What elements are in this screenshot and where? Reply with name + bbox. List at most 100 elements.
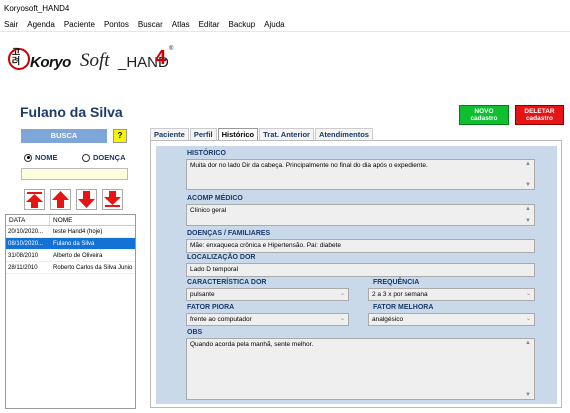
list-row-name: teste Hand4 (hoje) — [53, 229, 103, 235]
historico-form: HISTÓRICO Muita dor no lado Dir da cabeç… — [156, 146, 557, 404]
logo-brand-bold: Koryo — [30, 54, 71, 71]
radio-name-label: NOME — [35, 153, 58, 162]
acomp-field[interactable]: Clínico geral ▲ ▼ — [186, 204, 535, 226]
new-button-line2: cadastro — [470, 115, 498, 122]
scroll-down-icon[interactable]: ▼ — [525, 218, 531, 224]
scroll-down-icon[interactable]: ▼ — [525, 392, 531, 398]
list-row[interactable]: 20/10/2020... teste Hand4 (hoje) — [6, 226, 135, 238]
historico-panel: HISTÓRICO Muita dor no lado Dir da cabeç… — [150, 140, 562, 408]
historico-field[interactable]: Muita dor no lado Dir da cabeça. Princip… — [186, 159, 535, 190]
list-row-date: 20/10/2020... — [8, 229, 44, 235]
delete-record-button[interactable]: DELETAR cadastro — [515, 105, 564, 125]
tab-perfil[interactable]: Perfil — [189, 128, 217, 140]
logo-registered: ® — [169, 46, 174, 52]
acomp-label: ACOMP MÉDICO — [187, 195, 243, 202]
logo-hangul: 고려 — [11, 48, 21, 67]
piora-select[interactable]: frente ao computador ⌄ — [186, 313, 349, 326]
arrow-up-icon — [52, 191, 69, 208]
chevron-down-icon: ⌄ — [339, 291, 345, 297]
scroll-down-icon[interactable]: ▼ — [525, 182, 531, 188]
new-button-line1: NOVO — [474, 108, 494, 115]
new-record-button[interactable]: NOVO cadastro — [459, 105, 509, 125]
logo-brand-number: 4 — [155, 47, 167, 69]
melhora-label: FATOR MELHORA — [373, 304, 434, 311]
list-row-date: 28/11/2010 — [8, 265, 38, 271]
menu-buscar[interactable]: Buscar — [138, 18, 163, 31]
radio-disease[interactable]: DOENÇA — [82, 153, 126, 162]
radio-name-indicator — [24, 153, 32, 162]
tab-paciente[interactable]: Paciente — [150, 128, 189, 140]
scroll-up-icon[interactable]: ▲ — [525, 340, 531, 346]
frequencia-value: 2 a 3 x por semana — [372, 291, 428, 298]
menu-bar: Sair Agenda Paciente Pontos Buscar Atlas… — [0, 18, 570, 32]
records-list: DATA NOME 20/10/2020... teste Hand4 (hoj… — [5, 214, 136, 409]
help-button[interactable]: ? — [113, 129, 127, 143]
piora-label: FATOR PIORA — [187, 304, 235, 311]
melhora-select[interactable]: analgésico ⌄ — [368, 313, 535, 326]
localizacao-label: LOCALIZAÇÃO DOR — [187, 254, 256, 261]
doencas-label: DOENÇAS / FAMILIARES — [187, 230, 271, 237]
scroll-up-icon[interactable]: ▲ — [525, 206, 531, 212]
menu-editar[interactable]: Editar — [199, 18, 220, 31]
list-header: DATA NOME — [6, 215, 135, 226]
doencas-field[interactable]: Mãe: enxaqueca crônica e Hipertensão. Pa… — [186, 239, 535, 253]
obs-value: Quando acorda pela manhã, sente melhor. — [190, 341, 314, 348]
piora-value: frente ao computador — [190, 316, 252, 323]
chevron-down-icon: ⌄ — [525, 291, 531, 297]
delete-button-line1: DELETAR — [524, 108, 555, 115]
menu-backup[interactable]: Backup — [228, 18, 255, 31]
list-row-name: Roberto Carlos da Silva Junio — [53, 265, 133, 271]
menu-ajuda[interactable]: Ajuda — [264, 18, 284, 31]
frequencia-label: FREQUÊNCIA — [373, 279, 420, 286]
list-header-name[interactable]: NOME — [50, 215, 135, 225]
next-record-button[interactable] — [76, 189, 97, 210]
last-record-button[interactable] — [102, 189, 123, 210]
logo-brand-script: Soft — [80, 50, 110, 71]
menu-sair[interactable]: Sair — [4, 18, 18, 31]
list-row-date: 08/10/2020... — [8, 241, 44, 247]
historico-label: HISTÓRICO — [187, 150, 226, 157]
list-row-name: Fulano da Silva — [53, 241, 95, 247]
menu-atlas[interactable]: Atlas — [172, 18, 190, 31]
menu-paciente[interactable]: Paciente — [64, 18, 95, 31]
radio-disease-label: DOENÇA — [93, 153, 126, 162]
caracteristica-label: CARACTERÍSTICA DOR — [187, 279, 267, 286]
list-row[interactable]: 31/08/2010 Alberto de Oliveira — [6, 250, 135, 262]
localizacao-value: Lado D temporal — [190, 266, 239, 273]
list-row[interactable]: 08/10/2020... Fulano da Silva — [6, 238, 135, 250]
list-row-date: 31/08/2010 — [8, 253, 39, 259]
radio-disease-indicator — [82, 153, 90, 162]
list-header-date[interactable]: DATA — [6, 215, 50, 225]
delete-button-line2: cadastro — [525, 115, 554, 122]
search-input[interactable] — [21, 168, 128, 180]
first-record-button[interactable] — [24, 189, 45, 210]
chevron-down-icon: ⌄ — [339, 316, 345, 322]
arrow-last-icon — [104, 191, 121, 207]
obs-label: OBS — [187, 329, 203, 336]
list-row[interactable]: 28/11/2010 Roberto Carlos da Silva Junio — [6, 262, 135, 274]
obs-field[interactable]: Quando acorda pela manhã, sente melhor. … — [186, 338, 535, 400]
acomp-value: Clínico geral — [190, 207, 227, 214]
list-row-name: Alberto de Oliveira — [53, 253, 103, 259]
caracteristica-select[interactable]: pulsante ⌄ — [186, 288, 349, 301]
tab-trat-anterior[interactable]: Trat. Anterior — [259, 128, 314, 140]
search-button[interactable]: BUSCA — [21, 129, 107, 143]
patient-name: Fulano da Silva — [20, 104, 123, 120]
melhora-value: analgésico — [372, 316, 404, 323]
scroll-up-icon[interactable]: ▲ — [525, 161, 531, 167]
historico-value: Muita dor no lado Dir da cabeça. Princip… — [190, 162, 428, 169]
arrow-first-icon — [26, 192, 43, 208]
previous-record-button[interactable] — [50, 189, 71, 210]
menu-agenda[interactable]: Agenda — [27, 18, 55, 31]
app-logo: 고려 Koryo Soft _HAND 4 ® — [8, 42, 188, 88]
tab-atendimentos[interactable]: Atendimentos — [314, 128, 373, 140]
window-title: Koryosoft_HAND4 — [0, 0, 570, 18]
caracteristica-value: pulsante — [190, 291, 215, 298]
radio-name[interactable]: NOME — [24, 153, 58, 162]
tab-strip: Paciente Perfil Histórico Trat. Anterior… — [150, 128, 374, 141]
chevron-down-icon: ⌄ — [525, 316, 531, 322]
localizacao-field[interactable]: Lado D temporal — [186, 263, 535, 277]
frequencia-select[interactable]: 2 a 3 x por semana ⌄ — [368, 288, 535, 301]
menu-pontos[interactable]: Pontos — [104, 18, 129, 31]
arrow-down-icon — [78, 191, 95, 208]
